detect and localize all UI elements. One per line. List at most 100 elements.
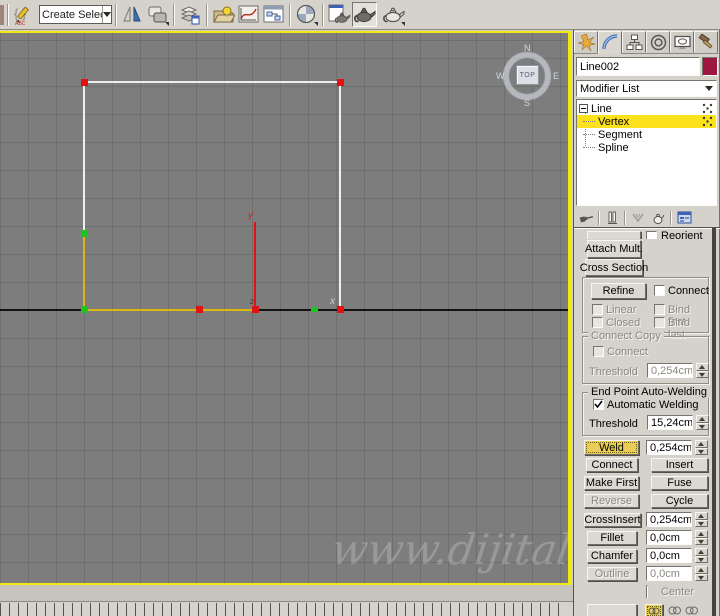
vertex-marker[interactable] bbox=[337, 306, 344, 313]
tab-create[interactable] bbox=[574, 31, 598, 53]
attach-mult-button[interactable]: Attach Mult. bbox=[585, 240, 643, 258]
named-selection-set-combo[interactable]: Create Selection Se bbox=[39, 5, 112, 24]
refine-button[interactable]: Refine bbox=[591, 283, 646, 299]
object-name-field[interactable]: Line002 bbox=[576, 57, 700, 76]
boolean-union-icon[interactable] bbox=[645, 604, 663, 616]
fuse-button[interactable]: Fuse bbox=[651, 476, 708, 490]
vertex-marker-selected[interactable] bbox=[252, 306, 259, 313]
collapse-icon[interactable] bbox=[579, 104, 588, 113]
connect-button[interactable]: Connect bbox=[586, 458, 638, 472]
show-end-result-icon[interactable] bbox=[602, 210, 622, 226]
view-compass[interactable]: N E S W TOP bbox=[495, 43, 559, 108]
auto-weld-threshold-field[interactable]: 15,24cm bbox=[647, 415, 693, 430]
pin-stack-icon[interactable] bbox=[576, 210, 596, 226]
tab-modify[interactable] bbox=[598, 31, 622, 54]
auto-weld-threshold-spinner[interactable] bbox=[696, 415, 709, 430]
panel-scrollbar[interactable] bbox=[712, 228, 716, 616]
outline-field: 0,0cm bbox=[646, 566, 692, 581]
stack-item-segment[interactable]: Segment bbox=[577, 128, 716, 141]
object-color-swatch[interactable] bbox=[702, 57, 718, 76]
chamfer-spinner[interactable] bbox=[695, 548, 708, 563]
flyout-arrow bbox=[314, 22, 318, 26]
make-first-button[interactable]: Make First bbox=[584, 476, 639, 490]
modifier-stack[interactable]: Line Vertex Segment Spline bbox=[576, 99, 717, 206]
attach-button-clipped[interactable] bbox=[587, 231, 641, 239]
vertex-marker[interactable] bbox=[81, 306, 88, 313]
vertex-marker[interactable] bbox=[337, 79, 344, 86]
remove-modifier-icon[interactable] bbox=[648, 210, 668, 226]
gizmo-y-axis[interactable] bbox=[254, 222, 256, 310]
schematic-view-icon[interactable] bbox=[261, 2, 286, 27]
main-toolbar: { } ABC Create Selection Se bbox=[0, 0, 720, 30]
curve-editor-icon[interactable] bbox=[236, 2, 261, 27]
fillet-button[interactable]: Fillet bbox=[587, 531, 637, 545]
stack-item-line[interactable]: Line bbox=[577, 102, 716, 115]
automatic-welding-checkbox[interactable] bbox=[593, 399, 604, 410]
closed-checkbox bbox=[592, 317, 603, 328]
cross-section-button[interactable]: Cross Section bbox=[580, 259, 648, 276]
compass-east-label[interactable]: E bbox=[553, 71, 559, 81]
weld-threshold-spinner[interactable] bbox=[695, 440, 708, 455]
tab-motion[interactable] bbox=[646, 31, 670, 53]
subobject-dots-icon bbox=[702, 103, 713, 114]
tab-display[interactable] bbox=[670, 31, 694, 53]
outline-spinner[interactable] bbox=[695, 566, 708, 581]
combo-dropdown-arrow[interactable] bbox=[101, 6, 111, 23]
top-viewport[interactable]: y z x N E S W TOP www.dijitalde bbox=[0, 31, 571, 585]
spline-segment-selected[interactable] bbox=[83, 233, 85, 310]
boolean-intersect-icon[interactable] bbox=[685, 606, 698, 616]
insert-button[interactable]: Insert bbox=[651, 458, 708, 472]
tab-utilities[interactable] bbox=[694, 31, 718, 53]
make-unique-icon[interactable] bbox=[628, 210, 648, 226]
view-label: TOP bbox=[519, 71, 536, 79]
cross-insert-field[interactable]: 0,254cm bbox=[646, 512, 692, 527]
stack-item-vertex-selected[interactable]: Vertex bbox=[577, 115, 716, 128]
spline-segment[interactable] bbox=[339, 81, 341, 311]
vertex-marker[interactable] bbox=[81, 79, 88, 86]
track-bar[interactable] bbox=[0, 603, 566, 616]
chamfer-field[interactable]: 0,0cm bbox=[646, 548, 692, 563]
gizmo-x-label: x bbox=[330, 296, 335, 307]
compass-top-button[interactable]: TOP bbox=[516, 65, 539, 85]
material-editor-icon[interactable] bbox=[294, 2, 319, 27]
tab-hierarchy[interactable] bbox=[622, 31, 646, 53]
align-icon[interactable] bbox=[145, 2, 170, 27]
configure-modifier-sets-icon[interactable] bbox=[674, 210, 694, 226]
compass-north-label[interactable]: N bbox=[524, 43, 531, 53]
spline-segment[interactable] bbox=[83, 81, 85, 234]
fillet-spinner[interactable] bbox=[695, 530, 708, 545]
reorient-checkbox[interactable] bbox=[646, 231, 657, 239]
spline-segment[interactable] bbox=[84, 81, 341, 83]
compass-west-label[interactable]: W bbox=[496, 71, 505, 81]
time-slider-area[interactable] bbox=[0, 585, 573, 602]
chevron-down-icon[interactable] bbox=[705, 86, 713, 91]
layer-manager-icon[interactable] bbox=[178, 2, 203, 27]
spline-segment-selected[interactable] bbox=[84, 309, 256, 311]
vertex-marker[interactable] bbox=[81, 230, 88, 237]
vertex-marker[interactable] bbox=[311, 307, 318, 312]
chamfer-button[interactable]: Chamfer bbox=[587, 549, 637, 563]
cross-insert-spinner[interactable] bbox=[695, 512, 708, 527]
connect-copy-threshold-spinner[interactable] bbox=[696, 363, 709, 378]
render-production-icon[interactable] bbox=[352, 2, 377, 27]
connect-checkbox[interactable] bbox=[654, 285, 665, 296]
boolean-button-clipped bbox=[587, 604, 637, 616]
compass-south-label[interactable]: S bbox=[524, 98, 530, 108]
gizmo-z-label: z bbox=[250, 297, 254, 306]
mirror-icon[interactable] bbox=[120, 2, 145, 27]
cross-insert-button[interactable]: CrossInsert bbox=[584, 513, 641, 527]
stack-item-spline[interactable]: Spline bbox=[577, 141, 716, 154]
render-setup-icon[interactable] bbox=[327, 2, 352, 27]
tree-branch bbox=[583, 147, 595, 148]
weld-threshold-field[interactable]: 0,254cm bbox=[646, 440, 692, 455]
modifier-list-dropdown[interactable]: Modifier List bbox=[576, 80, 717, 97]
vertex-marker[interactable] bbox=[196, 306, 203, 313]
render-iterative-icon[interactable] bbox=[381, 2, 406, 27]
edit-named-selection-sets-icon[interactable]: { } ABC bbox=[12, 2, 37, 27]
weld-button[interactable]: Weld bbox=[584, 440, 639, 455]
stack-item-label: Line bbox=[591, 102, 612, 115]
fillet-field[interactable]: 0,0cm bbox=[646, 530, 692, 545]
boolean-subtract-icon[interactable] bbox=[668, 606, 681, 616]
cycle-button[interactable]: Cycle bbox=[651, 494, 708, 508]
folder-lightbulb-icon[interactable] bbox=[211, 2, 236, 27]
